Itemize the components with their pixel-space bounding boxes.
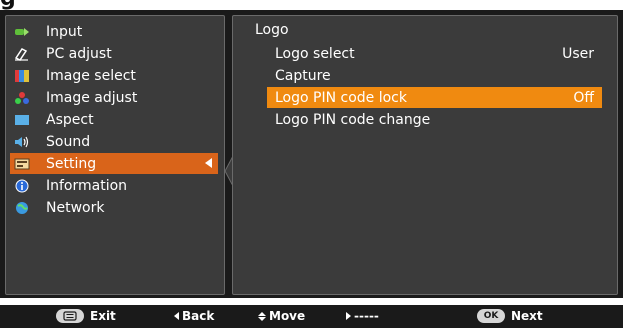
- submenu-item-label: Capture: [275, 67, 331, 84]
- menu-key-icon: [56, 309, 84, 323]
- submenu-item-logo-pin-code-lock[interactable]: Logo PIN code lock Off: [267, 87, 602, 108]
- setting-icon: [14, 157, 30, 171]
- menu-item-image-select[interactable]: Image select: [10, 65, 218, 86]
- footer-right-action-label: -----: [354, 309, 379, 323]
- aspect-icon: [14, 113, 30, 127]
- submenu-item-value: User: [562, 45, 594, 62]
- footer-exit-label: Exit: [90, 309, 116, 323]
- menu-item-network[interactable]: Network: [10, 197, 218, 218]
- menu-item-image-adjust[interactable]: Image adjust: [10, 87, 218, 108]
- main-menu-panel: Input PC adjust Image select Image adjus…: [5, 15, 225, 295]
- footer-next-label: Next: [511, 309, 543, 323]
- left-arrow-icon: [174, 312, 179, 320]
- menu-item-label: Image select: [46, 67, 136, 84]
- ok-key-icon: OK: [477, 309, 505, 323]
- menu-item-label: Information: [46, 177, 128, 194]
- submenu-item-logo-select[interactable]: Logo select User: [267, 43, 602, 64]
- submenu-panel: Logo Logo select User Capture Logo PIN c…: [232, 15, 618, 295]
- footer-move[interactable]: Move: [258, 309, 305, 323]
- menu-item-label: PC adjust: [46, 45, 112, 62]
- submenu-title: Logo: [255, 22, 289, 38]
- submenu-item-logo-pin-code-change[interactable]: Logo PIN code change: [267, 109, 602, 130]
- footer-move-label: Move: [269, 309, 306, 323]
- footer-exit[interactable]: Exit: [56, 309, 116, 323]
- image-adjust-icon: [14, 91, 30, 105]
- information-icon: [14, 179, 30, 193]
- submenu-item-label: Logo PIN code lock: [275, 89, 407, 106]
- pc-adjust-icon: [14, 47, 30, 61]
- menu-item-label: Setting: [46, 155, 97, 172]
- image-select-icon: [14, 69, 30, 83]
- submenu-item-label: Logo PIN code change: [275, 111, 431, 128]
- footer-guide-bar: Exit Back Move ----- OK Next: [0, 305, 623, 328]
- network-icon: [14, 201, 30, 215]
- submenu-item-label: Logo select: [275, 45, 355, 62]
- menu-item-label: Sound: [46, 133, 91, 150]
- submenu-item-value: Off: [573, 89, 594, 106]
- submenu-item-capture[interactable]: Capture: [267, 65, 602, 86]
- menu-item-label: Network: [46, 199, 105, 216]
- up-down-arrow-icon: [258, 311, 266, 321]
- menu-item-label: Image adjust: [46, 89, 138, 106]
- footer-right-action[interactable]: -----: [346, 309, 379, 323]
- menu-item-aspect[interactable]: Aspect: [10, 109, 218, 130]
- menu-item-setting[interactable]: Setting: [10, 153, 218, 174]
- selected-arrow-icon: [205, 158, 212, 168]
- menu-item-label: Aspect: [46, 111, 94, 128]
- menu-item-label: Input: [46, 23, 83, 40]
- osd-menu-frame: Input PC adjust Image select Image adjus…: [0, 10, 623, 298]
- menu-item-input[interactable]: Input: [10, 21, 218, 42]
- menu-item-information[interactable]: Information: [10, 175, 218, 196]
- page-heading: g: [0, 0, 16, 10]
- menu-item-pc-adjust[interactable]: PC adjust: [10, 43, 218, 64]
- footer-back[interactable]: Back: [174, 309, 214, 323]
- menu-item-sound[interactable]: Sound: [10, 131, 218, 152]
- footer-next[interactable]: OK Next: [477, 309, 543, 323]
- sound-icon: [14, 135, 30, 149]
- input-icon: [14, 25, 30, 39]
- footer-back-label: Back: [182, 309, 215, 323]
- right-arrow-icon: [346, 312, 351, 320]
